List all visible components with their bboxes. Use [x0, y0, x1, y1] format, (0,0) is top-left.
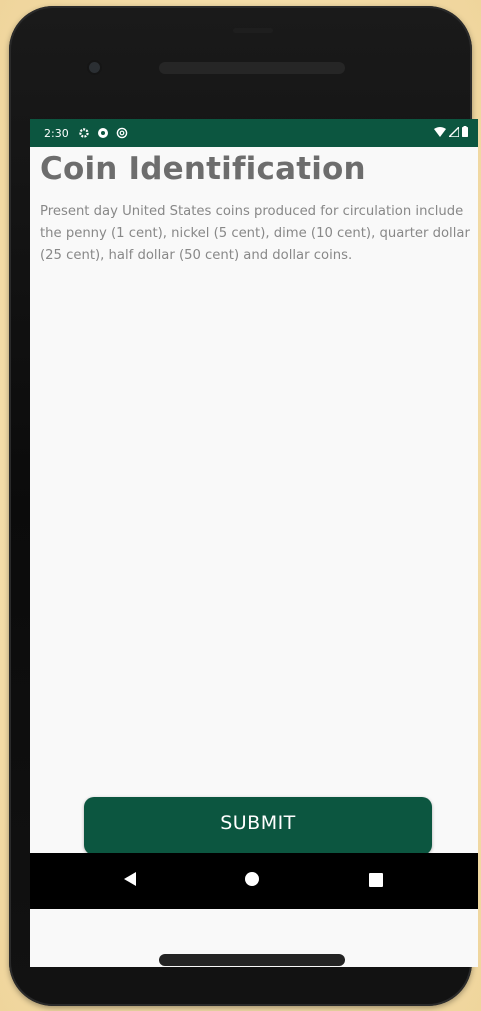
nav-recents-button[interactable] — [366, 871, 386, 891]
front-camera — [89, 62, 100, 73]
status-time: 2:30 — [44, 126, 69, 140]
status-bar: 2:30 — [30, 119, 478, 147]
nav-back-button[interactable] — [120, 871, 140, 891]
recents-square-icon — [369, 872, 383, 891]
top-sensor — [233, 28, 273, 33]
shield-icon — [96, 126, 110, 140]
gear-icon — [77, 126, 91, 140]
nav-home-button[interactable] — [242, 871, 262, 891]
page-title: Coin Identification — [40, 151, 366, 187]
cell-signal-icon — [447, 124, 460, 140]
coin-description: Present day United States coins produced… — [40, 204, 470, 263]
wifi-icon — [434, 126, 446, 140]
bottom-speaker — [159, 954, 345, 966]
app-screen: 2:30 Coin Identification Present day Uni… — [30, 119, 478, 967]
earpiece-speaker — [159, 62, 345, 74]
android-nav-bar — [30, 853, 478, 909]
phone-frame: 2:30 Coin Identification Present day Uni… — [9, 6, 478, 1006]
home-circle-icon — [244, 871, 260, 891]
battery-icon — [462, 126, 468, 140]
status-right-group — [434, 124, 468, 140]
back-triangle-icon — [123, 871, 137, 891]
submit-button[interactable]: SUBMIT — [84, 797, 432, 855]
at-icon — [115, 126, 129, 140]
